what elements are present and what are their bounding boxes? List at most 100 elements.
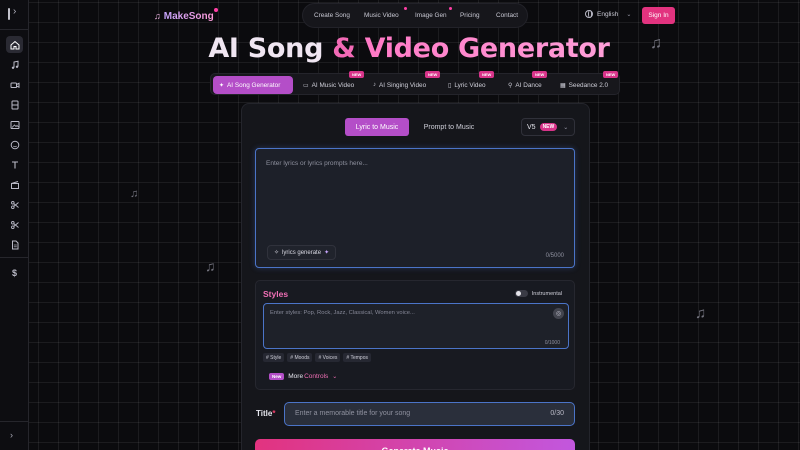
chevron-down-icon: ⌄ (563, 124, 569, 131)
mic-icon: ♪ (373, 82, 376, 88)
required-mark: * (272, 409, 276, 418)
page-title: AI Song & Video Generator (200, 33, 618, 64)
music-note-icon: ♫ (154, 11, 161, 21)
instrumental-toggle[interactable]: Instrumental (514, 290, 562, 297)
image-icon (10, 120, 19, 129)
lyrics-textarea[interactable]: Enter lyrics or lyrics prompts here... ✧… (255, 148, 575, 268)
new-badge: NEW (532, 71, 548, 78)
nav-pricing[interactable]: Pricing (460, 12, 480, 19)
document-icon: ▯ (448, 82, 452, 89)
more-controls-button[interactable]: New More Controls ⌄ (269, 373, 337, 380)
sidebar-item-image[interactable] (6, 116, 23, 133)
styles-char-count: 0/1000 (544, 340, 560, 346)
styles-title: Styles (263, 289, 289, 299)
divider (0, 421, 29, 422)
tab-ai-singing-video[interactable]: ♪ AI Singing Video NEW (367, 71, 441, 94)
instrumental-label: Instrumental (531, 290, 562, 297)
clapperboard-icon (10, 180, 19, 189)
new-badge: NEW (479, 71, 495, 78)
sidebar-item-film[interactable] (6, 96, 23, 113)
sign-in-button[interactable]: Sign In (642, 7, 675, 24)
style-tags: # Style # Moods # Voices # Tempos (263, 353, 371, 362)
nav-music-video[interactable]: Music Video (364, 12, 399, 19)
tab-ai-dance[interactable]: ⚲ AI Dance NEW (502, 71, 548, 94)
sidebar-item-scissors[interactable] (6, 196, 23, 213)
style-suggest-button[interactable]: ◎ (553, 308, 564, 319)
video-icon: ▭ (303, 82, 309, 89)
dance-icon: ⚲ (508, 82, 513, 89)
tag-style[interactable]: # Style (263, 353, 285, 362)
globe-icon (585, 10, 593, 18)
title-char-count: 0/30 (550, 410, 564, 417)
sidebar-item-clapper[interactable] (6, 176, 23, 193)
tab-label: AI Song Generator (227, 81, 281, 89)
lyrics-char-count: 0/5000 (545, 253, 564, 259)
title-field-label: Title* (256, 409, 275, 418)
sidebar-item-text[interactable] (6, 156, 23, 173)
generate-music-button[interactable]: Generate Music (255, 439, 575, 450)
dollar-icon: $ (11, 267, 17, 278)
lyrics-generate-button[interactable]: ✧ lyrics generate ✦ (267, 245, 337, 260)
music-note-icon: ♫ (695, 305, 707, 322)
nav-image-gen[interactable]: Image Gen (415, 12, 447, 19)
new-indicator-dot (449, 7, 452, 10)
sidebar-item-music[interactable] (6, 56, 23, 73)
styles-panel: Styles Instrumental Enter styles: Pop, R… (255, 280, 575, 390)
tab-ai-music-video[interactable]: ▭ AI Music Video NEW (297, 71, 365, 94)
brand-logo[interactable]: ♫ MakeSong (154, 8, 218, 23)
sparkle-icon: ✦ (324, 250, 330, 256)
mode-lyric-to-music[interactable]: Lyric to Music (345, 118, 409, 136)
brand-name: MakeSong (163, 10, 214, 22)
sidebar-item-document[interactable] (6, 236, 23, 253)
title-input[interactable]: Enter a memorable title for your song 0/… (284, 402, 575, 426)
music-note-icon (11, 60, 18, 69)
divider (0, 29, 29, 30)
sidebar-item-video[interactable] (6, 76, 23, 93)
nav-contact[interactable]: Contact (496, 12, 518, 19)
sidebar-item-home[interactable] (6, 36, 23, 53)
new-badge: NEW (539, 123, 558, 131)
new-badge: NEW (349, 71, 365, 78)
calendar-icon: ▦ (560, 82, 566, 89)
styles-input[interactable]: Enter styles: Pop, Rock, Jazz, Classical… (263, 303, 569, 349)
model-version-select[interactable]: V5 NEW ⌄ (521, 118, 575, 136)
nav-create-song[interactable]: Create Song (314, 12, 350, 19)
toggle-switch[interactable] (514, 290, 528, 297)
chevron-down-icon: ⌄ (332, 374, 338, 380)
lyrics-placeholder: Enter lyrics or lyrics prompts here... (266, 160, 368, 167)
chevron-right-icon[interactable]: › (10, 430, 13, 440)
music-note-icon: ♫ (650, 35, 662, 52)
tag-moods[interactable]: # Moods (287, 353, 313, 362)
text-icon (11, 160, 18, 168)
title-ampersand: & (332, 33, 356, 64)
feature-tabs: ✦ AI Song Generator ▭ AI Music Video NEW… (210, 71, 620, 95)
language-selector[interactable]: English ⌄ (585, 10, 631, 18)
more-label: More (288, 373, 304, 380)
title-label-text: Title (256, 409, 273, 418)
face-icon (10, 140, 19, 149)
notification-dot (213, 8, 218, 12)
top-navigation: Create Song Music Video Image Gen Pricin… (302, 3, 528, 28)
tag-tempos[interactable]: # Tempos (343, 353, 371, 362)
tab-lyric-video[interactable]: ▯ Lyric Video NEW (442, 71, 495, 94)
title-part-1: AI Song (208, 33, 324, 64)
divider (0, 257, 29, 258)
music-note-icon: ♫ (205, 258, 216, 274)
tag-voices[interactable]: # Voices (315, 353, 341, 362)
mode-toggle: Lyric to Music Prompt to Music (345, 118, 485, 136)
mode-prompt-to-music[interactable]: Prompt to Music (413, 118, 485, 136)
sidebar-collapse-toggle[interactable]: › (5, 6, 23, 22)
tab-seedance[interactable]: ▦ Seedance 2.0 NEW (554, 71, 619, 94)
lyrics-generate-label: lyrics generate (282, 249, 322, 256)
sidebar-item-face[interactable] (6, 136, 23, 153)
sidebar-item-cut[interactable] (6, 216, 23, 233)
sparkle-icon: ✦ (219, 82, 225, 89)
scissors-icon (10, 200, 19, 209)
title-part-2: Video Generator (364, 33, 610, 64)
video-camera-icon (10, 82, 19, 88)
styles-placeholder: Enter styles: Pop, Rock, Jazz, Classical… (270, 310, 415, 316)
sidebar-bar-icon (8, 8, 10, 20)
tab-ai-song-generator[interactable]: ✦ AI Song Generator (213, 76, 293, 94)
new-indicator-dot (404, 7, 407, 10)
sidebar-item-pricing[interactable]: $ (6, 264, 23, 281)
